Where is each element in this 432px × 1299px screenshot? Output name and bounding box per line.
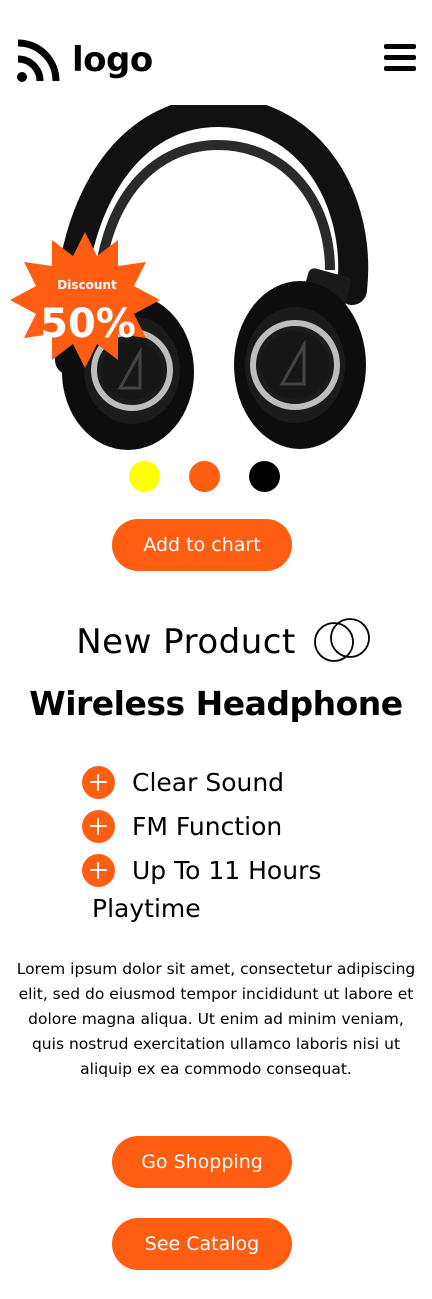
feature-label: Up To 11 Hours bbox=[132, 855, 322, 885]
plus-icon bbox=[82, 809, 115, 843]
hamburger-menu-icon[interactable] bbox=[384, 44, 416, 72]
feature-item: FM Function bbox=[82, 804, 412, 848]
product-image-area: Discount 50% bbox=[0, 105, 432, 460]
feature-label-continued: Playtime bbox=[92, 894, 201, 923]
rings-icon bbox=[314, 618, 370, 662]
discount-value: 50% bbox=[40, 301, 136, 347]
feature-list: Clear Sound FM Function Up To 11 Hours P… bbox=[82, 760, 412, 928]
discount-label: Discount bbox=[57, 278, 117, 292]
feature-label: Clear Sound bbox=[132, 767, 285, 797]
header: logo bbox=[0, 0, 432, 120]
feature-item: Clear Sound bbox=[82, 760, 412, 804]
swatch-black[interactable] bbox=[249, 461, 280, 492]
logo[interactable]: logo bbox=[16, 37, 153, 83]
new-product-label: New Product bbox=[76, 622, 296, 662]
color-swatches bbox=[0, 461, 432, 493]
plus-icon bbox=[82, 853, 115, 887]
go-shopping-button[interactable]: Go Shopping bbox=[112, 1136, 292, 1188]
swatch-orange[interactable] bbox=[189, 461, 220, 492]
swatch-yellow[interactable] bbox=[129, 461, 160, 492]
plus-icon bbox=[82, 765, 115, 799]
logo-text: logo bbox=[72, 40, 153, 80]
add-to-cart-button[interactable]: Add to chart bbox=[112, 519, 292, 571]
rss-icon bbox=[17, 39, 60, 82]
headphones-image: Discount 50% bbox=[10, 105, 369, 450]
feature-item: Up To 11 Hours bbox=[82, 848, 412, 892]
see-catalog-button[interactable]: See Catalog bbox=[112, 1218, 292, 1270]
product-description: Lorem ipsum dolor sit amet, consectetur … bbox=[16, 960, 416, 1078]
product-title: Wireless Headphone bbox=[29, 684, 403, 723]
feature-label: FM Function bbox=[132, 811, 283, 841]
